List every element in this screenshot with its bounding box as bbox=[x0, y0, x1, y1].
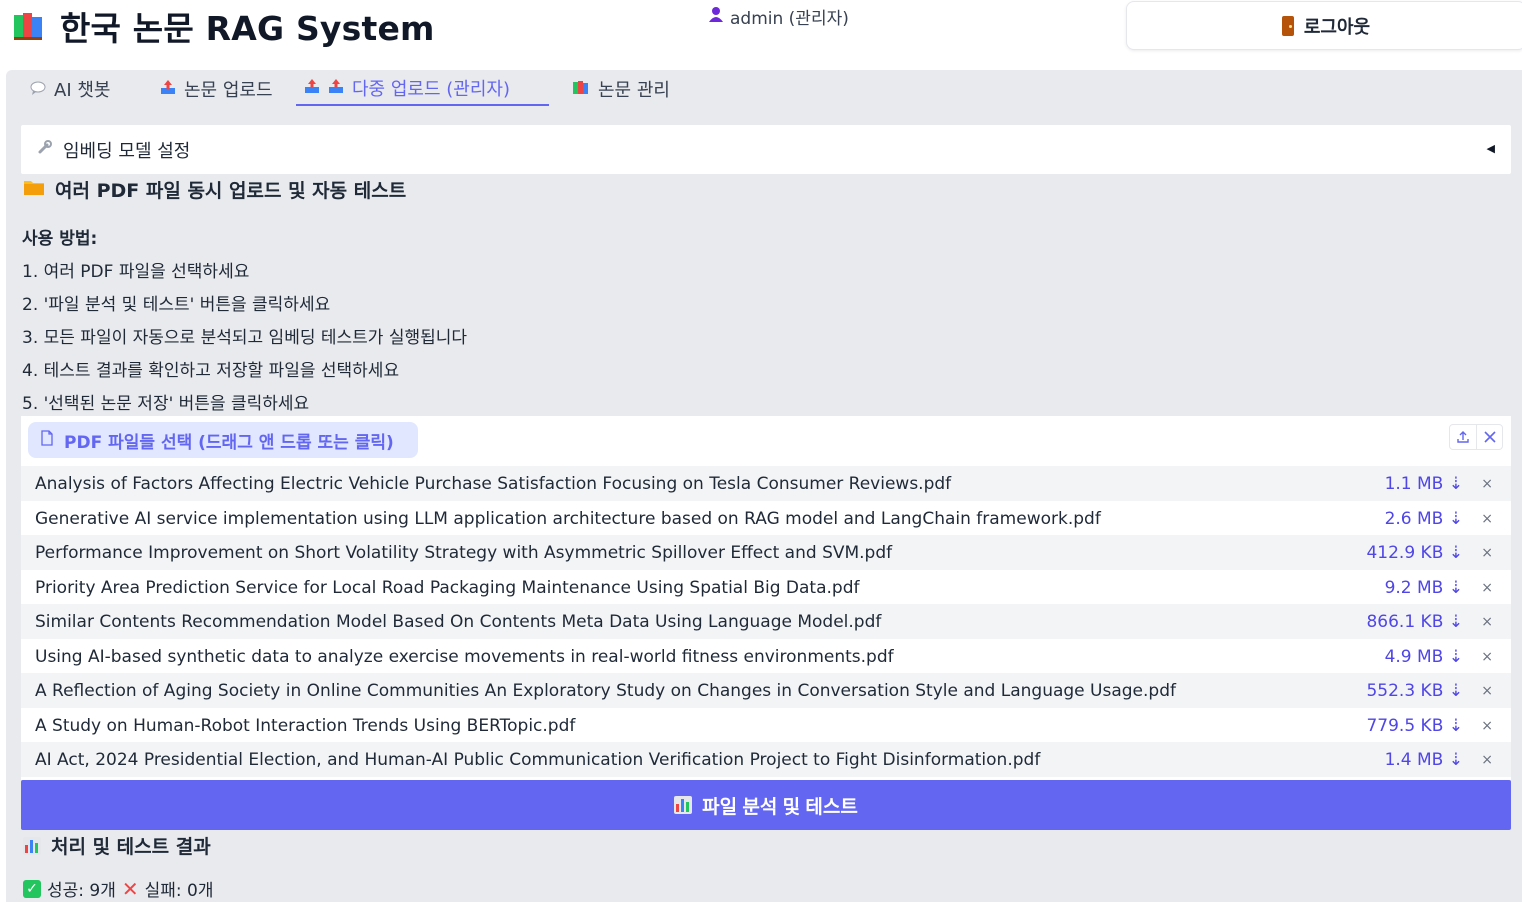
file-size-download[interactable]: 552.3 KB ⇣ bbox=[1366, 681, 1463, 701]
tab-label: 논문 관리 bbox=[598, 80, 670, 101]
tab-label: AI 챗봇 bbox=[54, 80, 111, 101]
usage-step: 1. 여러 PDF 파일을 선택하세요 bbox=[22, 262, 250, 282]
logout-button[interactable]: 로그아웃 bbox=[1126, 1, 1522, 50]
remove-file-icon[interactable]: × bbox=[1481, 545, 1493, 561]
file-name: Using AI-based synthetic data to analyze… bbox=[35, 646, 894, 667]
tab-label: 논문 업로드 bbox=[184, 80, 273, 101]
file-select-label[interactable]: PDF 파일들 선택 (드래그 앤 드롭 또는 클릭) bbox=[28, 422, 418, 458]
cross-mark-icon: ✕ bbox=[121, 876, 139, 901]
speech-bubble-icon bbox=[30, 79, 46, 100]
file-name: Generative AI service implementation usi… bbox=[35, 508, 1101, 529]
remove-file-icon[interactable]: × bbox=[1481, 683, 1493, 699]
expander-arrow-icon: ◀ bbox=[1486, 142, 1495, 155]
app-header: 한국 논문 RAG System admin (관리자) 로그아웃 bbox=[0, 0, 1522, 70]
file-size-download[interactable]: 1.1 MB ⇣ bbox=[1385, 474, 1463, 494]
remove-file-icon[interactable]: × bbox=[1481, 511, 1493, 527]
results-title: 처리 및 테스트 결과 bbox=[23, 832, 211, 859]
file-row: Using AI-based synthetic data to analyze… bbox=[21, 639, 1511, 674]
usage-step: 4. 테스트 결과를 확인하고 저장할 파일을 선택하세요 bbox=[22, 361, 400, 381]
bar-chart-icon bbox=[23, 836, 41, 855]
analyze-test-button[interactable]: 파일 분석 및 테스트 bbox=[21, 780, 1511, 830]
file-select-text: PDF 파일들 선택 (드래그 앤 드롭 또는 클릭) bbox=[64, 432, 394, 453]
tab-multi-upload[interactable]: 다중 업로드 (관리자) bbox=[296, 72, 549, 106]
fail-count: 실패: 0개 bbox=[144, 881, 214, 901]
file-size-download[interactable]: 2.6 MB ⇣ bbox=[1385, 509, 1463, 529]
file-row: A Study on Human-Robot Interaction Trend… bbox=[21, 708, 1511, 743]
inbox-tray-icon bbox=[160, 79, 176, 100]
result-summary: ✓ 성공: 9개 ✕ 실패: 0개 bbox=[23, 876, 214, 901]
usage-step: 5. '선택된 논문 저장' 버튼을 클릭하세요 bbox=[22, 394, 310, 414]
file-row: A Reflection of Aging Society in Online … bbox=[21, 673, 1511, 708]
section-title-text: 여러 PDF 파일 동시 업로드 및 자동 테스트 bbox=[55, 180, 407, 202]
file-name: Analysis of Factors Affecting Electric V… bbox=[35, 473, 952, 494]
file-name: A Study on Human-Robot Interaction Trend… bbox=[35, 715, 576, 736]
results-title-text: 처리 및 테스트 결과 bbox=[51, 836, 211, 858]
file-name: Performance Improvement on Short Volatil… bbox=[35, 542, 893, 563]
wrench-icon bbox=[37, 139, 53, 160]
file-size-download[interactable]: 9.2 MB ⇣ bbox=[1385, 578, 1463, 598]
inbox-tray-icon bbox=[304, 78, 320, 99]
upload-icon[interactable] bbox=[1450, 425, 1476, 449]
remove-file-icon[interactable]: × bbox=[1481, 718, 1493, 734]
file-size-download[interactable]: 4.9 MB ⇣ bbox=[1385, 647, 1463, 667]
check-mark-icon: ✓ bbox=[23, 879, 41, 898]
file-size-download[interactable]: 1.4 MB ⇣ bbox=[1385, 750, 1463, 770]
file-icon bbox=[40, 429, 54, 451]
bar-chart-icon bbox=[674, 796, 693, 814]
books-icon bbox=[12, 9, 46, 43]
user-icon bbox=[708, 6, 724, 27]
file-row: Performance Improvement on Short Volatil… bbox=[21, 535, 1511, 570]
remove-file-icon[interactable]: × bbox=[1481, 614, 1493, 630]
remove-file-icon[interactable]: × bbox=[1481, 580, 1493, 596]
file-row: Similar Contents Recommendation Model Ba… bbox=[21, 604, 1511, 639]
pdf-file-uploader[interactable]: PDF 파일들 선택 (드래그 앤 드롭 또는 클릭) Analysis of … bbox=[21, 416, 1511, 780]
usage-step: 3. 모든 파일이 자동으로 분석되고 임베딩 테스트가 실행됩니다 bbox=[22, 328, 468, 348]
file-size-download[interactable]: 866.1 KB ⇣ bbox=[1366, 612, 1463, 632]
main-panel: AI 챗봇 논문 업로드 다중 업로드 (관리자) 논문 관리 임베딩 모델 설… bbox=[6, 70, 1522, 902]
tab-ai-chatbot[interactable]: AI 챗봇 bbox=[22, 72, 118, 106]
page-title: 한국 논문 RAG System bbox=[60, 9, 435, 48]
remove-file-icon[interactable]: × bbox=[1481, 649, 1493, 665]
file-name: Similar Contents Recommendation Model Ba… bbox=[35, 611, 882, 632]
file-row: Generative AI service implementation usi… bbox=[21, 501, 1511, 536]
remove-file-icon[interactable]: × bbox=[1481, 752, 1493, 768]
uploader-actions bbox=[1449, 424, 1503, 450]
analyze-button-label: 파일 분석 및 테스트 bbox=[702, 796, 858, 818]
usage-step: 2. '파일 분석 및 테스트' 버튼을 클릭하세요 bbox=[22, 295, 331, 315]
file-size-download[interactable]: 779.5 KB ⇣ bbox=[1366, 716, 1463, 736]
tab-bar: AI 챗봇 논문 업로드 다중 업로드 (관리자) 논문 관리 bbox=[6, 70, 1522, 108]
app-title: 한국 논문 RAG System bbox=[12, 2, 435, 50]
file-row: Analysis of Factors Affecting Electric V… bbox=[21, 466, 1511, 501]
clear-all-icon[interactable] bbox=[1476, 425, 1502, 449]
embedding-settings-expander[interactable]: 임베딩 모델 설정 ◀ bbox=[21, 125, 1511, 174]
remove-file-icon[interactable]: × bbox=[1481, 476, 1493, 492]
tab-paper-management[interactable]: 논문 관리 bbox=[564, 72, 678, 106]
tab-label: 다중 업로드 (관리자) bbox=[352, 79, 510, 100]
expander-label: 임베딩 모델 설정 bbox=[63, 140, 191, 162]
user-info: admin (관리자) bbox=[708, 4, 849, 29]
file-row: Priority Area Prediction Service for Loc… bbox=[21, 570, 1511, 605]
user-name: admin (관리자) bbox=[730, 9, 849, 29]
books-icon bbox=[572, 79, 590, 100]
file-size-download[interactable]: 412.9 KB ⇣ bbox=[1366, 543, 1463, 563]
inbox-tray-icon bbox=[328, 78, 344, 99]
file-name: A Reflection of Aging Society in Online … bbox=[35, 680, 1176, 701]
usage-heading: 사용 방법: bbox=[22, 229, 98, 249]
section-title: 여러 PDF 파일 동시 업로드 및 자동 테스트 bbox=[23, 176, 406, 203]
folder-icon bbox=[23, 178, 45, 201]
file-row: AI Act, 2024 Presidential Election, and … bbox=[21, 742, 1511, 777]
tab-paper-upload[interactable]: 논문 업로드 bbox=[152, 72, 281, 106]
file-name: AI Act, 2024 Presidential Election, and … bbox=[35, 749, 1041, 770]
logout-label: 로그아웃 bbox=[1303, 16, 1371, 38]
success-count: 성공: 9개 bbox=[47, 881, 116, 901]
door-icon bbox=[1281, 15, 1294, 36]
file-name: Priority Area Prediction Service for Loc… bbox=[35, 577, 860, 598]
